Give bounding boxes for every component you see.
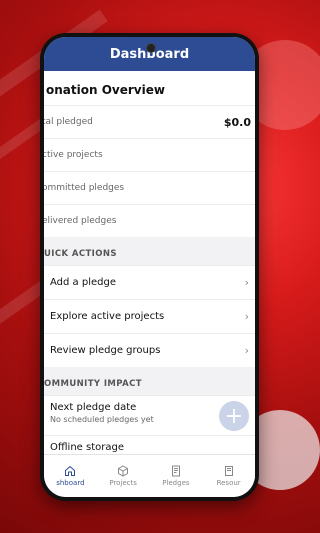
tab-label: shboard bbox=[56, 479, 85, 487]
app-screen: Dashboard onation Overview tal pledged $… bbox=[44, 37, 255, 497]
dashboard-content: onation Overview tal pledged $0.0 ctive … bbox=[44, 71, 255, 455]
tab-label: Pledges bbox=[162, 479, 190, 487]
chevron-right-icon: › bbox=[244, 276, 249, 289]
home-icon bbox=[65, 465, 76, 476]
chevron-right-icon: › bbox=[244, 310, 249, 323]
community-impact-label: OMMUNITY IMPACT bbox=[44, 367, 255, 395]
stat-active-projects: ctive projects bbox=[44, 138, 255, 171]
book-icon bbox=[224, 466, 233, 476]
tab-label: Projects bbox=[109, 479, 137, 487]
phone-frame: Dashboard onation Overview tal pledged $… bbox=[40, 33, 259, 501]
explore-projects-button[interactable]: Explore active projects › bbox=[44, 299, 255, 333]
overview-title: onation Overview bbox=[46, 83, 165, 97]
action-label: Explore active projects bbox=[50, 311, 165, 322]
stat-label: ommitted pledges bbox=[44, 183, 125, 193]
quick-actions-list: Add a pledge › Explore active projects ›… bbox=[44, 265, 255, 367]
overview-card: onation Overview tal pledged $0.0 ctive … bbox=[44, 71, 255, 237]
stat-label: tal pledged bbox=[44, 117, 93, 127]
impact-title: Offline storage bbox=[50, 442, 124, 453]
offline-storage-item[interactable]: Offline storage bbox=[44, 435, 255, 455]
plus-icon: + bbox=[224, 403, 244, 429]
action-label: Review pledge groups bbox=[50, 345, 161, 356]
stat-value: $0.0 bbox=[223, 115, 251, 129]
tab-resources[interactable]: Resour bbox=[202, 455, 255, 497]
stat-committed-pledges: ommitted pledges bbox=[44, 171, 255, 204]
document-icon bbox=[171, 465, 180, 477]
cube-icon bbox=[118, 465, 129, 477]
tab-projects[interactable]: Projects bbox=[97, 455, 150, 497]
camera-dot bbox=[145, 43, 156, 53]
add-fab-button[interactable]: + bbox=[219, 401, 249, 431]
add-pledge-button[interactable]: Add a pledge › bbox=[44, 265, 255, 299]
quick-actions-label: UICK ACTIONS bbox=[44, 237, 255, 265]
stat-label: elivered pledges bbox=[44, 216, 117, 226]
bottom-tab-bar: shboard Projects Pledges Resour bbox=[44, 454, 255, 497]
review-pledge-groups-button[interactable]: Review pledge groups › bbox=[44, 333, 255, 367]
action-label: Add a pledge bbox=[50, 277, 116, 288]
tab-pledges[interactable]: Pledges bbox=[150, 455, 203, 497]
chevron-right-icon: › bbox=[244, 344, 249, 357]
tab-label: Resour bbox=[216, 479, 241, 487]
stat-delivered-pledges: elivered pledges bbox=[44, 204, 255, 237]
stat-label: ctive projects bbox=[44, 150, 103, 160]
tab-dashboard[interactable]: shboard bbox=[44, 455, 97, 497]
stat-total-pledged: tal pledged $0.0 bbox=[44, 105, 255, 138]
